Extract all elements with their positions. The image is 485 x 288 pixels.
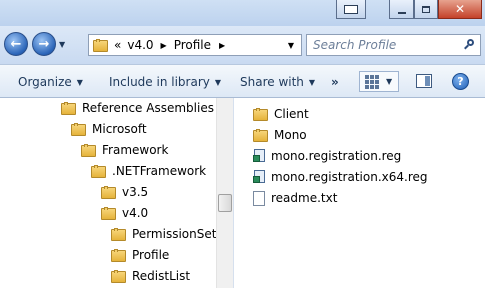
folder-icon <box>93 38 108 52</box>
navigation-bar: ← → ▼ « v4.0 ▶ Profile ▶ ▼ ⟲ Search Prof… <box>0 26 485 64</box>
preview-pane-button[interactable] <box>416 74 432 88</box>
back-button[interactable]: ← <box>4 32 28 56</box>
title-bar: ✕ <box>0 0 485 26</box>
preview-pane-icon <box>425 76 430 86</box>
registry-file-icon <box>253 148 266 164</box>
organize-label: Organize <box>18 75 72 89</box>
chevron-down-icon: ▼ <box>76 77 83 87</box>
folder-icon <box>91 164 106 178</box>
navigation-pane: Reference Assemblies Microsoft Framework… <box>0 98 216 288</box>
tree-item[interactable]: Microsoft <box>71 120 147 138</box>
breadcrumb-v4[interactable]: v4.0 <box>127 38 153 52</box>
registry-file-icon <box>253 169 266 185</box>
close-icon: ✕ <box>454 2 466 16</box>
file-item[interactable]: readme.txt <box>253 189 337 207</box>
tree-item[interactable]: Reference Assemblies <box>61 99 214 117</box>
more-label: » <box>331 75 339 89</box>
address-dropdown[interactable]: ▼ <box>288 41 294 50</box>
file-name: readme.txt <box>271 191 338 205</box>
maximize-icon <box>422 5 430 13</box>
folder-icon <box>253 128 268 142</box>
snap-icon <box>344 4 358 14</box>
organize-menu[interactable]: Organize ▼ <box>18 74 83 90</box>
breadcrumb-profile[interactable]: Profile <box>174 38 211 52</box>
tree-item-label: Microsoft <box>92 122 147 136</box>
tree-item-label: Reference Assemblies <box>82 101 214 115</box>
snap-button[interactable] <box>336 0 366 19</box>
share-label: Share with <box>240 75 304 89</box>
include-in-library-menu[interactable]: Include in library ▼ <box>109 74 221 90</box>
tree-item[interactable]: Framework <box>81 141 168 159</box>
file-item[interactable]: Client <box>253 105 309 123</box>
close-button[interactable]: ✕ <box>438 0 482 19</box>
folder-icon <box>81 143 96 157</box>
tree-item-label: Framework <box>102 143 169 157</box>
file-name: mono.registration.reg <box>271 149 402 163</box>
tree-item[interactable]: Profile <box>111 246 169 264</box>
navigation-scrollbar[interactable] <box>216 98 233 288</box>
chevron-down-icon: ▼ <box>308 77 316 87</box>
folder-icon <box>111 248 126 262</box>
folder-icon <box>111 269 126 283</box>
folder-icon <box>111 227 126 241</box>
tree-item-label: .NETFramework <box>112 164 207 178</box>
search-input[interactable]: Search Profile <box>313 38 396 52</box>
include-label: Include in library <box>109 75 210 89</box>
file-name: Mono <box>274 128 307 142</box>
file-item[interactable]: mono.registration.reg <box>253 147 401 165</box>
help-icon: ? <box>457 75 464 88</box>
more-commands-button[interactable]: » <box>331 74 339 90</box>
folder-icon <box>253 107 268 121</box>
breadcrumb-separator[interactable]: ▶ <box>161 41 167 50</box>
folder-icon <box>101 206 116 220</box>
tree-item[interactable]: v4.0 <box>101 204 148 222</box>
minimize-button[interactable] <box>389 0 414 19</box>
tree-item-label: PermissionSets <box>132 227 216 241</box>
search-box[interactable]: Search Profile <box>306 34 481 56</box>
tree-item-label: v3.5 <box>122 185 149 199</box>
tree-item[interactable]: PermissionSets <box>111 225 216 243</box>
folder-icon <box>61 101 76 115</box>
text-file-icon <box>253 190 265 206</box>
address-bar[interactable]: « v4.0 ▶ Profile ▶ ▼ ⟲ <box>88 34 319 56</box>
tree-item-label: v4.0 <box>122 206 149 220</box>
command-bar: Organize ▼ Include in library ▼ Share with… <box>0 64 485 98</box>
folder-icon <box>71 122 86 136</box>
folder-icon <box>101 185 116 199</box>
maximize-button[interactable] <box>414 0 438 19</box>
breadcrumb-separator[interactable]: ▶ <box>219 41 225 50</box>
forward-button[interactable]: → <box>32 32 56 56</box>
back-arrow-icon: ← <box>10 36 22 52</box>
tree-item[interactable]: .NETFramework <box>91 162 206 180</box>
view-grid-icon <box>365 74 379 89</box>
chevron-down-icon: ▼ <box>214 77 222 87</box>
file-list: Client Mono mono.registration.reg mono.r… <box>234 98 485 288</box>
file-name: Client <box>274 107 309 121</box>
tree-item[interactable]: RedistList <box>111 267 190 285</box>
help-button[interactable]: ? <box>452 73 469 90</box>
tree-item[interactable]: v3.5 <box>101 183 148 201</box>
chevron-down-icon[interactable]: ▼ <box>386 77 392 86</box>
file-name: mono.registration.x64.reg <box>271 170 428 184</box>
forward-arrow-icon: → <box>38 36 50 52</box>
minimize-icon <box>397 11 406 14</box>
search-icon[interactable] <box>464 39 476 51</box>
tree-item-label: Profile <box>132 248 170 262</box>
share-with-menu[interactable]: Share with ▼ <box>240 74 315 90</box>
file-item[interactable]: Mono <box>253 126 307 144</box>
change-view-button[interactable]: ▼ <box>359 71 399 92</box>
file-item[interactable]: mono.registration.x64.reg <box>253 168 428 186</box>
recent-pages-dropdown[interactable]: ▼ <box>59 40 65 49</box>
breadcrumb-overflow[interactable]: « <box>114 38 121 52</box>
scrollbar-thumb[interactable] <box>218 194 232 212</box>
tree-item-label: RedistList <box>132 269 191 283</box>
